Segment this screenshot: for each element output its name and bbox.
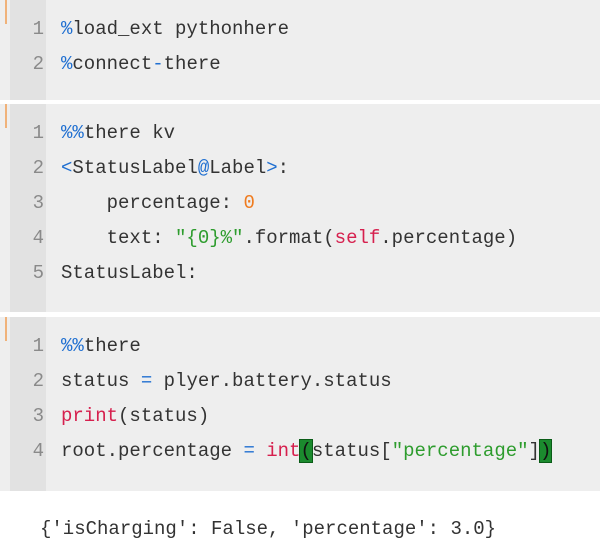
code-token: self <box>334 227 381 249</box>
code-text: StatusLabel: <box>61 258 198 288</box>
code-cell-connect[interactable]: 1 %load_ext pythonhere 2 %connect-there <box>0 0 600 100</box>
code-token: print <box>61 405 119 427</box>
code-text: percentage: 0 <box>61 188 255 218</box>
code-text: %load_ext pythonhere <box>61 14 289 44</box>
code-token: plyer.battery.status <box>152 370 392 392</box>
code-line[interactable]: 3 print(status) <box>0 401 600 431</box>
code-token: = <box>140 370 153 392</box>
line-number: 3 <box>32 405 44 427</box>
code-token: text: <box>61 227 176 249</box>
line-number: 1 <box>32 18 44 40</box>
code-token: %% <box>61 335 84 357</box>
code-token: connect <box>72 53 153 75</box>
code-cell-battery[interactable]: 1 %%there 2 status = plyer.battery.status 3 p… <box>0 317 600 491</box>
code-token: % <box>61 18 73 40</box>
code-token: % <box>61 53 73 75</box>
code-line[interactable]: 1 %%there <box>0 331 600 361</box>
code-token: < <box>61 157 73 179</box>
code-token: StatusLabel: <box>61 262 198 284</box>
code-token: = <box>243 440 255 462</box>
code-text: print(status) <box>61 401 209 431</box>
code-token: percentage: <box>61 192 244 214</box>
code-text: root.percentage = int(status["percentage… <box>61 436 553 466</box>
line-number: 5 <box>32 262 44 284</box>
code-text: <StatusLabel@Label>: <box>61 153 289 183</box>
code-token: there <box>163 53 221 75</box>
code-token: .percentage) <box>380 227 518 249</box>
code-token: : <box>277 157 290 179</box>
code-token: StatusLabel <box>72 157 198 179</box>
line-number: 2 <box>32 53 44 75</box>
code-token: ) <box>538 439 553 463</box>
cell-output: {'isCharging': False, 'percentage': 3.0} <box>40 518 497 540</box>
code-text: text: "{0}%".format(self.percentage) <box>61 223 518 253</box>
code-token: root.percentage <box>61 440 244 462</box>
code-token: ] <box>528 440 540 462</box>
code-text: %%there kv <box>61 118 175 148</box>
code-token: load_ext pythonhere <box>72 18 290 40</box>
code-text: %%there <box>61 331 141 361</box>
code-token: Label <box>209 157 267 179</box>
code-token: - <box>152 53 164 75</box>
line-number: 2 <box>32 157 44 179</box>
code-token: .format( <box>243 227 335 249</box>
code-token: "percentage" <box>391 440 529 462</box>
code-token: there kv <box>83 122 176 144</box>
code-cell-kv[interactable]: 1 %%there kv 2 <StatusLabel@Label>: 3 percen… <box>0 104 600 312</box>
code-line[interactable]: 1 %%there kv <box>0 118 600 148</box>
code-token: > <box>266 157 278 179</box>
code-token: ( <box>299 439 313 463</box>
code-line[interactable]: 4 text: "{0}%".format(self.percentage) <box>0 223 600 253</box>
code-token: 0 <box>243 192 255 214</box>
code-token: status[ <box>311 440 392 462</box>
code-line[interactable]: 3 percentage: 0 <box>0 188 600 218</box>
code-token: there <box>83 335 141 357</box>
line-number: 2 <box>32 370 44 392</box>
code-line[interactable]: 2 <StatusLabel@Label>: <box>0 153 600 183</box>
line-number: 1 <box>32 122 44 144</box>
line-number: 1 <box>32 335 44 357</box>
code-token: status <box>61 370 141 392</box>
code-token: int <box>266 440 301 462</box>
code-token: @ <box>197 157 210 179</box>
code-line[interactable]: 4 root.percentage = int(status["percentag… <box>0 436 600 466</box>
code-line[interactable]: 2 %connect-there <box>0 49 600 79</box>
line-number: 4 <box>32 227 44 249</box>
code-text: status = plyer.battery.status <box>61 366 392 396</box>
code-text: %connect-there <box>61 49 221 79</box>
code-token: (status) <box>118 405 210 427</box>
line-number: 4 <box>32 440 44 462</box>
line-number: 3 <box>32 192 44 214</box>
code-token: %% <box>61 122 84 144</box>
code-token: "{0}%" <box>175 227 244 249</box>
notebook-page: 1 %load_ext pythonhere 2 %connect-there 1%%… <box>0 0 600 551</box>
code-line[interactable]: 1 %load_ext pythonhere <box>0 14 600 44</box>
code-line[interactable]: 5 StatusLabel: <box>0 258 600 288</box>
code-line[interactable]: 2 status = plyer.battery.status <box>0 366 600 396</box>
